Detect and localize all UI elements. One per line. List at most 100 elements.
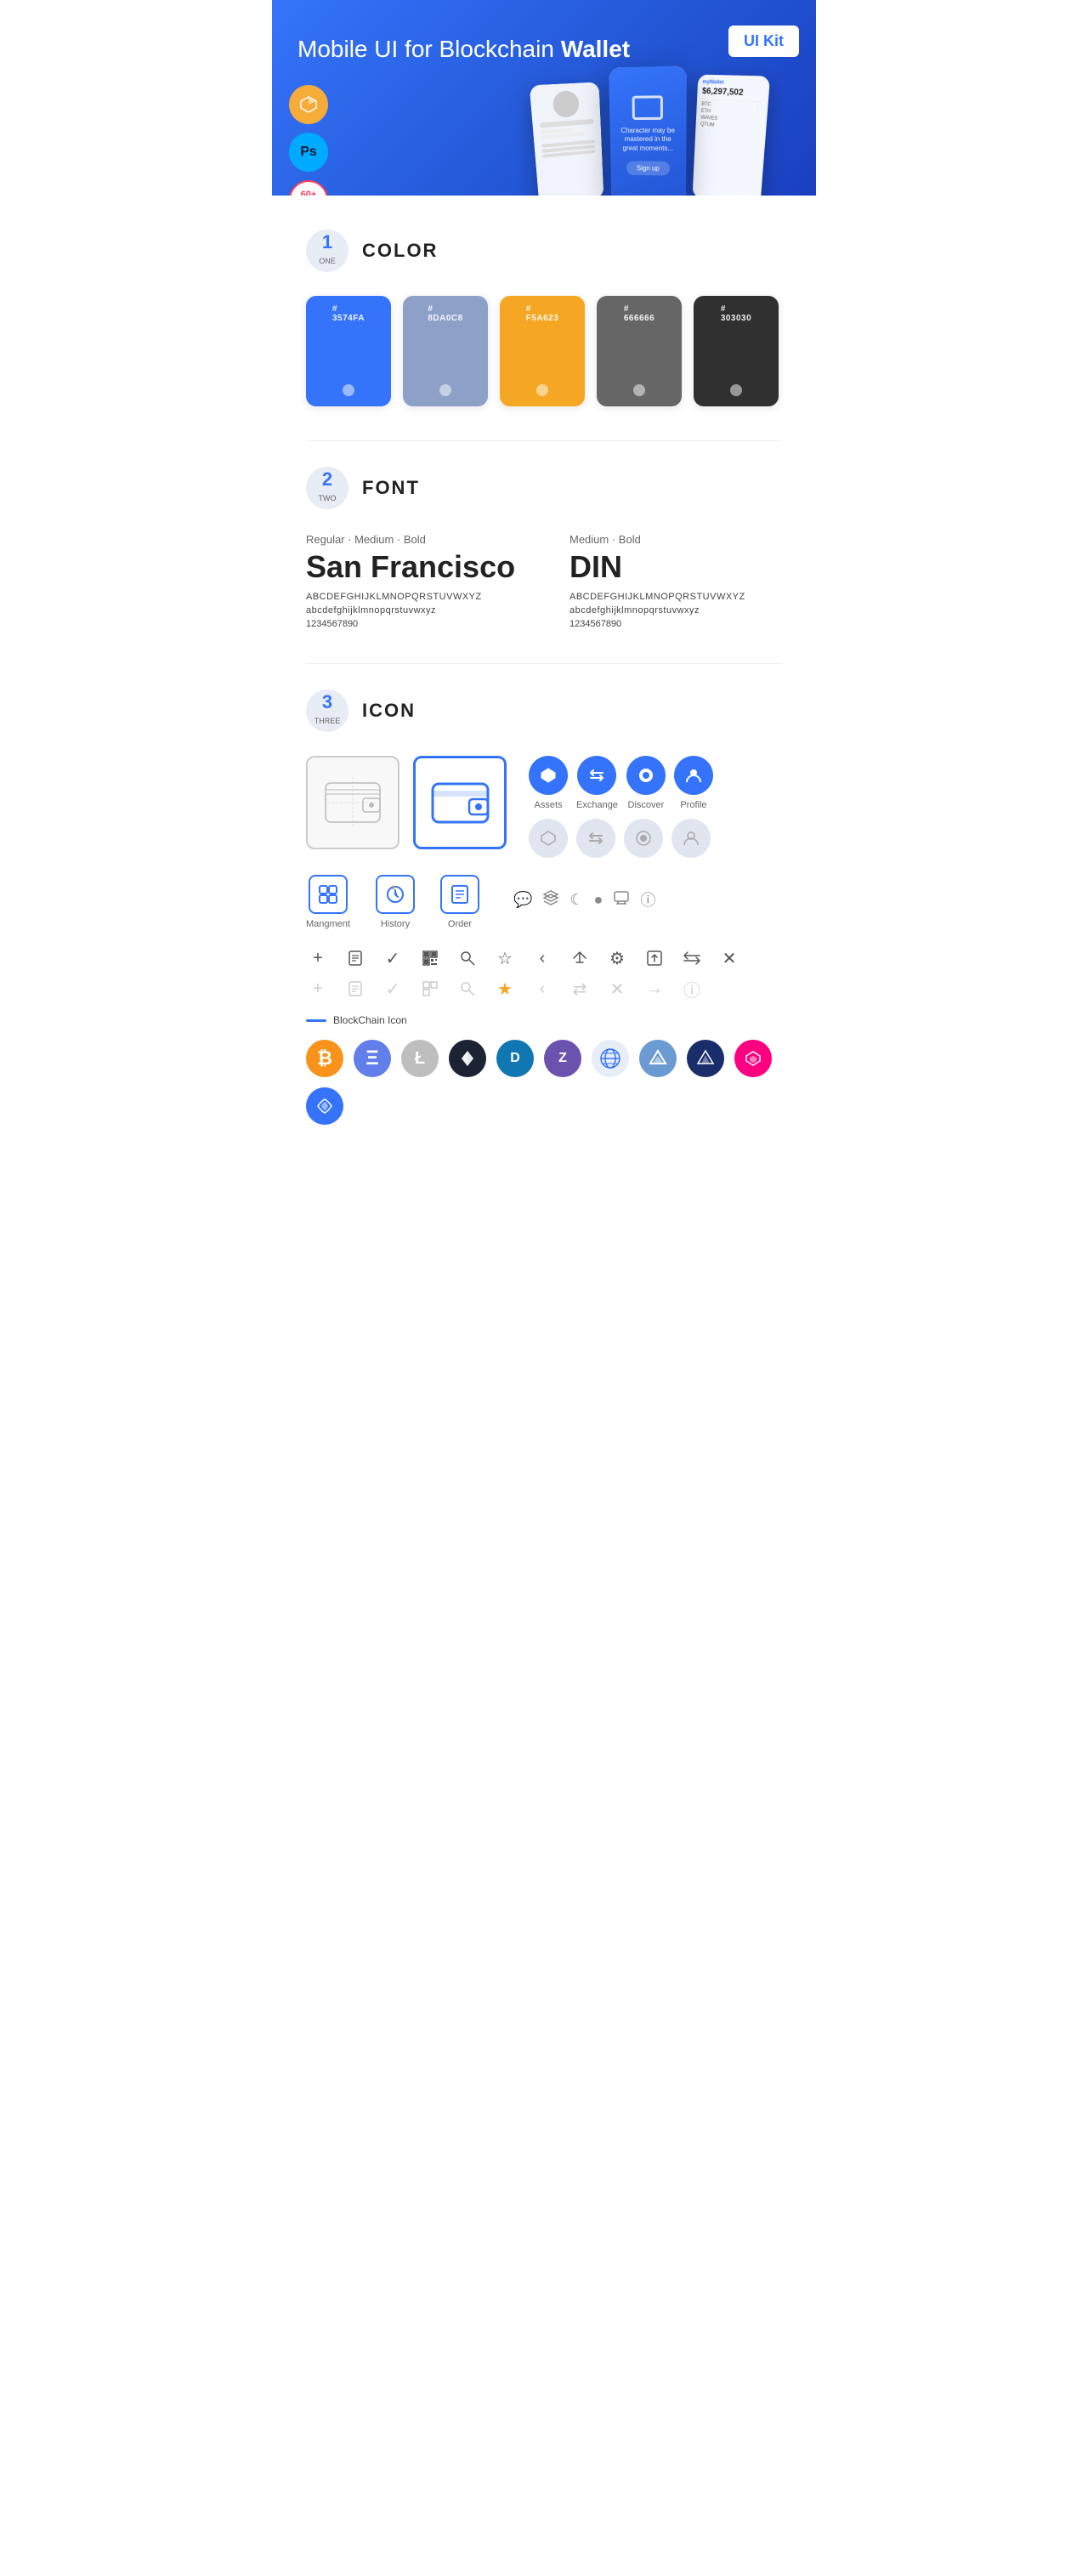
profile-icon bbox=[674, 756, 713, 795]
wallet-icons-row: Assets Exchange Discover bbox=[306, 756, 782, 858]
blockchain-line bbox=[306, 1019, 326, 1022]
ethereum-icon: Ξ bbox=[354, 1040, 391, 1077]
profile-icon-box: Profile bbox=[674, 756, 713, 810]
wallet-icon-filled bbox=[413, 756, 507, 849]
phone-mockups: Character may be mastered in the great m… bbox=[535, 68, 765, 196]
chevron-left-icon: ‹ bbox=[530, 946, 554, 970]
nav-icons-group: Assets Exchange Discover bbox=[529, 756, 713, 858]
exchange-icon-box: Exchange bbox=[576, 756, 618, 810]
misc-icons-right: 💬 ☾ ● ⓘ bbox=[513, 888, 655, 911]
management-label: Mangment bbox=[306, 919, 350, 929]
chevron-left-icon-gray: ‹ bbox=[530, 977, 554, 1001]
discover-icon-box: Discover bbox=[626, 756, 666, 810]
nav-icons-row-filled: Assets Exchange Discover bbox=[529, 756, 713, 810]
misc-icons-row-1: + ✓ ☆ ‹ ⚙ ✕ bbox=[306, 946, 782, 970]
swap-icon bbox=[680, 946, 704, 970]
swatch-dark: #303030 bbox=[694, 296, 779, 406]
sf-name: San Francisco bbox=[306, 549, 518, 585]
zcash-icon: Z bbox=[544, 1040, 581, 1077]
share-icon bbox=[568, 946, 592, 970]
discover-label: Discover bbox=[628, 800, 665, 810]
color-section-header: 1 ONE COLOR bbox=[306, 230, 782, 272]
swatch-gray-blue: #8DA0C8 bbox=[403, 296, 488, 406]
hero-section: Mobile UI for Blockchain Wallet UI Kit P… bbox=[272, 0, 816, 196]
note-icon-gray bbox=[343, 977, 367, 1001]
hero-badges: Ps 60+Screens bbox=[289, 85, 328, 196]
dash-icon: D bbox=[496, 1040, 534, 1077]
blockchain-label: BlockChain Icon bbox=[306, 1014, 782, 1026]
phone-3: myWallet $6,297,502 BTC ETH WAVES QTUM bbox=[693, 75, 771, 196]
litecoin-icon: Ł bbox=[401, 1040, 439, 1077]
divider-2 bbox=[306, 663, 782, 664]
font-col-sf: Regular · Medium · Bold San Francisco AB… bbox=[306, 533, 518, 629]
bottom-nav-icons: Mangment History Order 💬 ☾ ● ⓘ bbox=[306, 875, 782, 929]
phone-1 bbox=[530, 82, 604, 196]
history-icon-box: History bbox=[376, 875, 415, 929]
bubble-icon bbox=[613, 889, 630, 911]
forward-icon-gray: → bbox=[643, 977, 666, 1001]
din-uppercase: ABCDEFGHIJKLMNOPQRSTUVWXYZ bbox=[570, 592, 782, 602]
x-icon-gray: ✕ bbox=[605, 977, 629, 1001]
qr-icon-gray bbox=[418, 977, 442, 1001]
phone-2: Character may be mastered in the great m… bbox=[609, 65, 687, 196]
font-col-din: Medium · Bold DIN ABCDEFGHIJKLMNOPQRSTUV… bbox=[570, 533, 782, 629]
profile-label: Profile bbox=[680, 800, 706, 810]
exchange-label: Exchange bbox=[576, 800, 618, 810]
arrows-icon-gray: ⇄ bbox=[568, 977, 592, 1001]
management-icon-box: Mangment bbox=[306, 875, 350, 929]
hero-title: Mobile UI for Blockchain Wallet bbox=[298, 34, 790, 65]
check-icon: ✓ bbox=[381, 946, 405, 970]
sketch-badge bbox=[289, 85, 328, 124]
search-icon-gray bbox=[456, 977, 479, 1001]
crypto-icons-row: ₿ Ξ Ł D Z bbox=[306, 1040, 782, 1125]
exchange-icon bbox=[577, 756, 616, 795]
exchange-icon-gray bbox=[576, 819, 615, 858]
assets-icon-gray bbox=[529, 819, 568, 858]
icon-section-number: 3 THREE bbox=[306, 689, 348, 732]
swatch-blue: #3574FA bbox=[306, 296, 391, 406]
star-icon-filled: ★ bbox=[493, 977, 517, 1001]
order-icon bbox=[440, 875, 479, 914]
layers-icon bbox=[542, 889, 559, 911]
info-icon: ⓘ bbox=[640, 888, 655, 911]
moon-icon: ☾ bbox=[570, 891, 583, 909]
color-section-number: 1 ONE bbox=[306, 230, 348, 272]
din-styles: Medium · Bold bbox=[570, 533, 782, 546]
color-section-title: COLOR bbox=[362, 240, 438, 262]
search-icon bbox=[456, 946, 479, 970]
close-icon: ✕ bbox=[717, 946, 741, 970]
hero-title-bold: Wallet bbox=[561, 36, 630, 62]
dark-icon bbox=[449, 1040, 486, 1077]
blue-coin-icon bbox=[306, 1087, 343, 1125]
assets-icon-box: Assets bbox=[529, 756, 568, 810]
sf-uppercase: ABCDEFGHIJKLMNOPQRSTUVWXYZ bbox=[306, 592, 518, 602]
sf-numbers: 1234567890 bbox=[306, 619, 518, 629]
icon-section-header: 3 THREE ICON bbox=[306, 689, 782, 732]
nav-icons-row-gray bbox=[529, 819, 713, 858]
font-section-header: 2 TWO FONT bbox=[306, 467, 782, 509]
management-icon bbox=[309, 875, 348, 914]
settings-icon: ⚙ bbox=[605, 946, 629, 970]
waves-icon bbox=[639, 1040, 677, 1077]
misc-icons-row-2: + ✓ ★ ‹ ⇄ ✕ → ⓘ bbox=[306, 977, 782, 1001]
matic-icon bbox=[734, 1040, 772, 1077]
history-icon bbox=[376, 875, 415, 914]
assets-icon bbox=[529, 756, 568, 795]
blockchain-label-text: BlockChain Icon bbox=[333, 1014, 407, 1026]
font-section-title: FONT bbox=[362, 477, 420, 499]
divider-1 bbox=[306, 440, 782, 441]
profile-icon-gray bbox=[672, 819, 711, 858]
network-icon bbox=[592, 1040, 629, 1077]
hero-title-text: Mobile UI for Blockchain bbox=[298, 36, 561, 62]
din-numbers: 1234567890 bbox=[570, 619, 782, 629]
wallet-icon-outline bbox=[306, 756, 400, 849]
order-label: Order bbox=[448, 919, 472, 929]
chat-icon: 💬 bbox=[513, 891, 532, 909]
check-icon-gray: ✓ bbox=[381, 977, 405, 1001]
discover-icon bbox=[626, 756, 666, 795]
din-lowercase: abcdefghijklmnopqrstuvwxyz bbox=[570, 605, 782, 616]
info-icon-gray: ⓘ bbox=[680, 977, 704, 1001]
verge-icon bbox=[687, 1040, 724, 1077]
sf-lowercase: abcdefghijklmnopqrstuvwxyz bbox=[306, 605, 518, 616]
star-icon: ☆ bbox=[493, 946, 517, 970]
